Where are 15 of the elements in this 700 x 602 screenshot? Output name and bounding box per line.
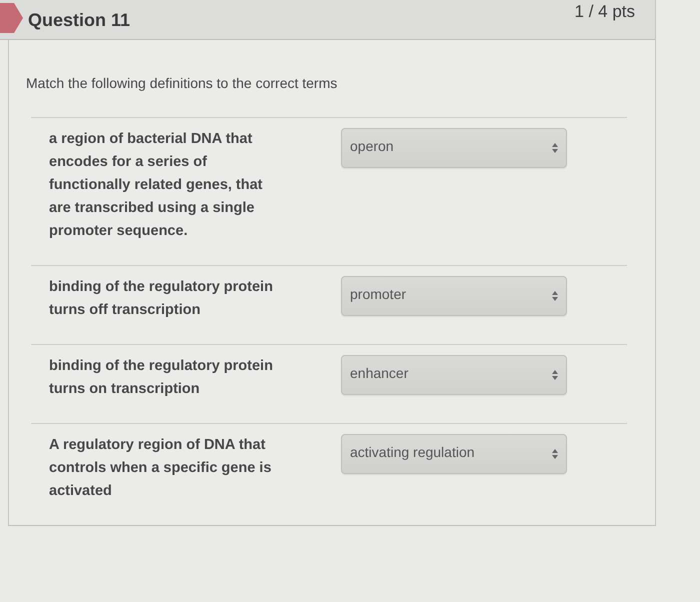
answer-dropdown[interactable]: promoter	[341, 276, 567, 316]
answer-dropdown[interactable]: enhancer	[341, 355, 567, 395]
definition-text: A regulatory region of DNA that controls when a specific gene is activated	[49, 436, 272, 501]
answer-dropdown[interactable]: activating regulation	[341, 434, 567, 474]
definition-text: a region of bacterial DNA that encodes for a series of functionally related genes, that are transcribed using a single promoter sequence.	[49, 130, 264, 241]
question-title: Question 11	[28, 10, 130, 31]
points-label: 1 / 4 pts	[574, 2, 635, 22]
updown-caret-icon	[552, 449, 558, 459]
question-prompt: Match the following definitions to the correct terms	[26, 75, 338, 91]
updown-caret-icon	[552, 370, 558, 380]
answer-dropdown[interactable]: operon	[341, 128, 567, 168]
updown-caret-icon	[552, 143, 558, 153]
definition-text: binding of the regulatory protein turns on transcription	[49, 357, 274, 399]
updown-caret-icon	[552, 291, 558, 301]
definition-text: binding of the regulatory protein turns off transcription	[49, 278, 274, 320]
